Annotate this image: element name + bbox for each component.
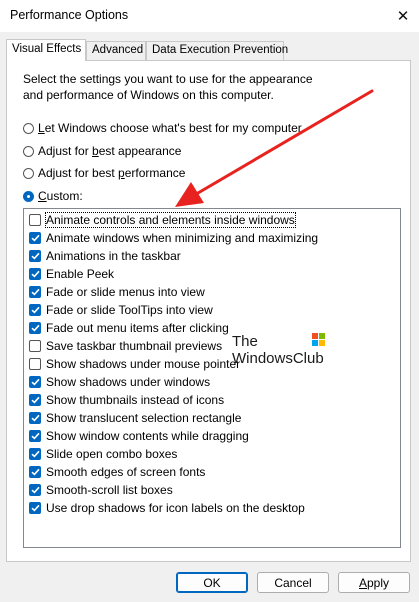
title-bar: Performance Options ✕ bbox=[0, 0, 419, 32]
effect-item[interactable]: Use drop shadows for icon labels on the … bbox=[29, 500, 305, 516]
checkmark-icon bbox=[30, 432, 40, 440]
effect-checkbox[interactable] bbox=[29, 250, 41, 262]
tab-label: Data Execution Prevention bbox=[152, 44, 289, 56]
radio-button[interactable] bbox=[23, 190, 34, 202]
tab-visual-effects[interactable]: Visual Effects bbox=[6, 39, 86, 61]
effect-item[interactable]: Save taskbar thumbnail previews bbox=[29, 338, 222, 354]
tab-advanced[interactable]: Advanced bbox=[86, 41, 146, 60]
effect-label: Show thumbnails instead of icons bbox=[46, 393, 225, 407]
checkmark-icon bbox=[30, 486, 40, 494]
effect-label: Slide open combo boxes bbox=[46, 447, 178, 461]
effect-item[interactable]: Fade or slide ToolTips into view bbox=[29, 302, 213, 318]
effect-checkbox[interactable] bbox=[29, 358, 41, 370]
effect-checkbox[interactable] bbox=[29, 466, 41, 478]
tab-data-execution-prevention[interactable]: Data Execution Prevention bbox=[146, 41, 288, 60]
checkmark-icon bbox=[30, 414, 40, 422]
effect-checkbox[interactable] bbox=[29, 286, 41, 298]
effect-item[interactable]: Animate controls and elements inside win… bbox=[29, 212, 296, 228]
checkmark-icon bbox=[30, 450, 40, 458]
effect-label: Show shadows under mouse pointer bbox=[46, 357, 241, 371]
effect-checkbox[interactable] bbox=[29, 412, 41, 424]
effect-label: Fade out menu items after clicking bbox=[46, 321, 229, 335]
effect-label: Fade or slide menus into view bbox=[46, 285, 205, 299]
effect-item[interactable]: Slide open combo boxes bbox=[29, 446, 177, 462]
effect-checkbox[interactable] bbox=[29, 394, 41, 406]
watermark-line-1: The bbox=[232, 333, 258, 350]
cancel-button[interactable]: Cancel bbox=[257, 572, 329, 593]
radio-button[interactable] bbox=[23, 145, 34, 157]
effect-checkbox[interactable] bbox=[29, 214, 41, 226]
effect-item[interactable]: Fade out menu items after clicking bbox=[29, 320, 229, 336]
effect-item[interactable]: Show window contents while dragging bbox=[29, 428, 249, 444]
effect-checkbox[interactable] bbox=[29, 430, 41, 442]
radio-best-performance[interactable]: Adjust for best performance bbox=[23, 165, 185, 181]
windows-logo-icon bbox=[312, 333, 325, 346]
effect-checkbox[interactable] bbox=[29, 232, 41, 244]
effect-label: Animate controls and elements inside win… bbox=[45, 212, 296, 228]
radio-label: Adjust for best performance bbox=[38, 166, 186, 180]
effect-item[interactable]: Fade or slide menus into view bbox=[29, 284, 205, 300]
effect-label: Animations in the taskbar bbox=[46, 249, 181, 263]
radio-label: Let Windows choose what's best for my co… bbox=[38, 121, 302, 135]
effect-item[interactable]: Enable Peek bbox=[29, 266, 114, 282]
effect-checkbox[interactable] bbox=[29, 340, 41, 352]
effect-item[interactable]: Show translucent selection rectangle bbox=[29, 410, 241, 426]
effect-checkbox[interactable] bbox=[29, 304, 41, 316]
effect-label: Fade or slide ToolTips into view bbox=[46, 303, 213, 317]
checkmark-icon bbox=[30, 306, 40, 314]
apply-button[interactable]: Apply bbox=[338, 572, 410, 593]
effect-item[interactable]: Animate windows when minimizing and maxi… bbox=[29, 230, 318, 246]
close-icon: ✕ bbox=[396, 8, 410, 25]
checkmark-icon bbox=[30, 288, 40, 296]
radio-button[interactable] bbox=[23, 167, 34, 179]
visual-effects-list[interactable]: Animate controls and elements inside win… bbox=[23, 208, 401, 548]
effect-checkbox[interactable] bbox=[29, 448, 41, 460]
effect-item[interactable]: Animations in the taskbar bbox=[29, 248, 181, 264]
checkmark-icon bbox=[30, 252, 40, 260]
tab-label: Visual Effects bbox=[12, 43, 82, 55]
effect-checkbox[interactable] bbox=[29, 268, 41, 280]
checkmark-icon bbox=[30, 270, 40, 278]
effect-label: Smooth-scroll list boxes bbox=[46, 483, 173, 497]
effect-item[interactable]: Smooth edges of screen fonts bbox=[29, 464, 205, 480]
effect-item[interactable]: Smooth-scroll list boxes bbox=[29, 482, 173, 498]
effect-label: Enable Peek bbox=[46, 267, 115, 281]
effect-label: Use drop shadows for icon labels on the … bbox=[46, 501, 305, 515]
radio-label: Adjust for best appearance bbox=[38, 144, 182, 158]
radio-custom[interactable]: Custom: bbox=[23, 188, 83, 204]
radio-button[interactable] bbox=[23, 122, 34, 134]
ok-button[interactable]: OK bbox=[176, 572, 248, 593]
checkmark-icon bbox=[30, 324, 40, 332]
effect-item[interactable]: Show shadows under windows bbox=[29, 374, 210, 390]
effect-label: Animate windows when minimizing and maxi… bbox=[46, 231, 319, 245]
effect-label: Smooth edges of screen fonts bbox=[46, 465, 206, 479]
effect-checkbox[interactable] bbox=[29, 322, 41, 334]
effect-label: Show translucent selection rectangle bbox=[46, 411, 242, 425]
radio-let-windows-choose[interactable]: Let Windows choose what's best for my co… bbox=[23, 120, 302, 136]
effect-label: Show window contents while dragging bbox=[46, 429, 249, 443]
checkmark-icon bbox=[30, 504, 40, 512]
window-title: Performance Options bbox=[10, 8, 129, 22]
effect-label: Save taskbar thumbnail previews bbox=[46, 339, 223, 353]
effect-checkbox[interactable] bbox=[29, 502, 41, 514]
watermark-line-2: WindowsClub bbox=[232, 350, 324, 367]
effect-item[interactable]: Show thumbnails instead of icons bbox=[29, 392, 224, 408]
description-text: Select the settings you want to use for … bbox=[23, 72, 313, 102]
checkmark-icon bbox=[30, 378, 40, 386]
watermark-text: The WindowsClub bbox=[232, 333, 324, 367]
effect-checkbox[interactable] bbox=[29, 484, 41, 496]
checkmark-icon bbox=[30, 468, 40, 476]
effect-label: Show shadows under windows bbox=[46, 375, 211, 389]
radio-label: Custom: bbox=[38, 189, 83, 203]
radio-best-appearance[interactable]: Adjust for best appearance bbox=[23, 143, 181, 159]
checkmark-icon bbox=[30, 396, 40, 404]
checkmark-icon bbox=[30, 234, 40, 242]
effect-checkbox[interactable] bbox=[29, 376, 41, 388]
tab-label: Advanced bbox=[92, 44, 144, 56]
effect-item[interactable]: Show shadows under mouse pointer bbox=[29, 356, 240, 372]
close-button[interactable]: ✕ bbox=[387, 0, 419, 32]
